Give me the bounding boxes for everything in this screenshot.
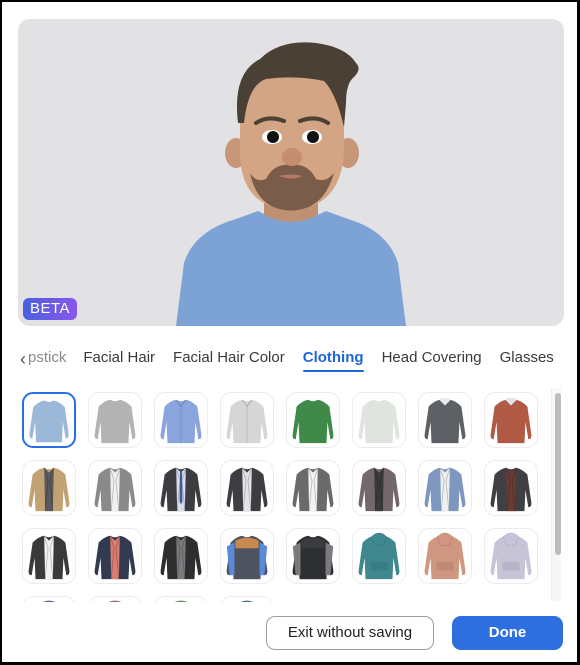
clothing-item[interactable] — [220, 596, 274, 602]
clothing-thumbnail-icon — [174, 600, 188, 602]
clothing-thumbnail-icon — [424, 397, 466, 444]
clothing-thumbnail-icon — [292, 467, 334, 512]
avatar-left-pupil — [267, 131, 279, 143]
clothing-thumbnail-icon — [94, 535, 136, 580]
clothing-thumbnail-icon — [42, 600, 56, 602]
clothing-thumbnail-icon — [424, 532, 466, 580]
exit-without-saving-button[interactable]: Exit without saving — [266, 616, 434, 650]
chevron-left-icon[interactable]: ‹ — [20, 345, 26, 373]
clothing-item[interactable] — [88, 392, 142, 448]
tab-clothing[interactable]: Clothing — [302, 344, 364, 374]
clothing-thumbnail-icon — [94, 467, 136, 512]
clothing-item[interactable] — [484, 460, 538, 516]
clothing-item[interactable] — [22, 460, 76, 516]
clothing-item[interactable] — [286, 392, 340, 448]
clothing-item[interactable] — [418, 460, 472, 516]
clothing-item[interactable] — [484, 528, 538, 584]
clothing-item[interactable] — [88, 528, 142, 584]
clothing-item[interactable] — [154, 392, 208, 448]
clothing-scrollbar[interactable] — [551, 388, 561, 601]
clothing-thumbnail-icon — [28, 467, 70, 512]
clothing-thumbnail-icon — [160, 467, 202, 512]
avatar-image — [176, 42, 406, 326]
clothing-item[interactable] — [154, 528, 208, 584]
clothing-item[interactable] — [286, 460, 340, 516]
avatar-preview: BETA — [18, 19, 564, 326]
clothing-item[interactable] — [88, 596, 142, 602]
clothing-item[interactable] — [88, 460, 142, 516]
category-tabs: ‹ pstick Facial Hair Facial Hair Color C… — [20, 344, 560, 374]
clothing-thumbnail-icon — [94, 399, 136, 444]
clothing-thumbnail-icon — [226, 467, 268, 512]
clothing-thumbnail-icon — [490, 467, 532, 512]
clothing-thumbnail-icon — [490, 397, 532, 444]
clothing-thumbnail-icon — [292, 535, 334, 580]
clothing-thumbnail-icon — [28, 535, 70, 580]
avatar-right-pupil — [307, 131, 319, 143]
clothing-thumbnail-icon — [490, 532, 532, 580]
tab-head-covering[interactable]: Head Covering — [382, 344, 482, 374]
clothing-thumbnail-icon — [160, 399, 202, 444]
clothing-thumbnail-icon — [29, 400, 69, 443]
scrollbar-thumb[interactable] — [555, 393, 561, 555]
clothing-item[interactable] — [484, 392, 538, 448]
tab-facial-hair-color[interactable]: Facial Hair Color — [173, 344, 285, 374]
clothing-item[interactable] — [352, 392, 406, 448]
clothing-thumbnail-icon — [292, 399, 334, 444]
clothing-thumbnail-icon — [358, 467, 400, 512]
clothing-item[interactable] — [418, 392, 472, 448]
clothing-item[interactable] — [352, 460, 406, 516]
clothing-item[interactable] — [286, 528, 340, 584]
clothing-item[interactable] — [220, 392, 274, 448]
tab-glasses[interactable]: Glasses — [500, 344, 554, 374]
clothing-item[interactable] — [22, 392, 76, 448]
clothing-item[interactable] — [22, 528, 76, 584]
clothing-thumbnail-icon — [226, 399, 268, 444]
done-button[interactable]: Done — [452, 616, 563, 650]
tab-lipstick[interactable]: pstick — [28, 344, 66, 374]
clothing-item[interactable] — [154, 596, 208, 602]
clothing-grid — [20, 390, 550, 602]
beta-badge: BETA — [23, 298, 78, 320]
clothing-thumbnail-icon — [240, 600, 254, 602]
tab-facial-hair[interactable]: Facial Hair — [83, 344, 155, 374]
clothing-item[interactable] — [220, 460, 274, 516]
clothing-thumbnail-icon — [424, 467, 466, 512]
clothing-item[interactable] — [418, 528, 472, 584]
clothing-item[interactable] — [154, 460, 208, 516]
clothing-thumbnail-icon — [108, 600, 122, 602]
clothing-item[interactable] — [220, 528, 274, 584]
clothing-thumbnail-icon — [226, 535, 268, 580]
avatar-editor-window: BETA ‹ pstick Facial Hair Facial Hair Co… — [0, 0, 580, 665]
avatar-sweater — [176, 211, 406, 326]
clothing-thumbnail-icon — [358, 532, 400, 580]
clothing-item[interactable] — [22, 596, 76, 602]
clothing-item[interactable] — [352, 528, 406, 584]
avatar-nose — [282, 148, 302, 166]
clothing-thumbnail-icon — [358, 399, 400, 444]
clothing-thumbnail-icon — [160, 535, 202, 580]
